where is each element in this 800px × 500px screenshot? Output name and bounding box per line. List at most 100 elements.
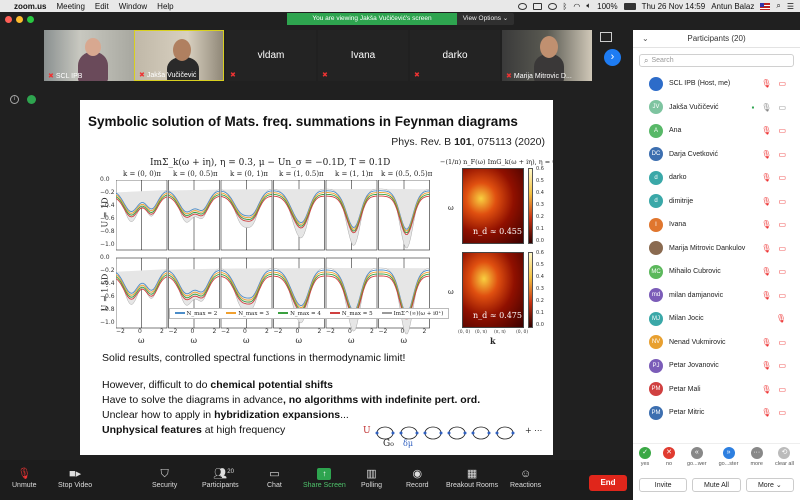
participants-button[interactable]: 👥︎ 20 Participants [202,466,239,489]
participant-row[interactable]: MC Mihailo Cubrovic 🎙︎ ▭ [633,260,800,284]
colorbar-tick: 0.5 [536,262,544,268]
status-icon[interactable] [517,2,527,10]
video-tile-marija[interactable]: ✖︎ Marija Mitrovic D... [502,30,592,81]
heatmap-y-label: ω [448,204,454,212]
x-tick-label: 2 [317,328,322,335]
participant-name: Darja Cvetković [669,150,719,158]
video-off-icon: ▭ [778,408,786,418]
share-screen-button[interactable]: ↑ Share Screen [303,466,346,489]
mic-off-icon: 🎙︎ [761,149,772,159]
participant-row[interactable]: I Ivana 🎙︎ ▭ [633,213,800,237]
participant-list: SCL IPB (Host, me) 🎙︎ ▭ JV Jakša Vučičević ▪ 🎙… [633,72,800,425]
participant-search-input[interactable]: ⌕ Search [639,54,794,67]
participant-row[interactable]: PM Petar Mitric 🎙︎ ▭ [633,401,800,425]
participant-row[interactable]: d dimitrije 🎙︎ ▭ [633,190,800,214]
y-tick-label: −0.2 [100,189,115,196]
participant-row[interactable]: DC Darja Cvetković 🎙︎ ▭ [633,143,800,167]
more-button[interactable]: More ⌄ [745,478,794,492]
control-center-icon[interactable]: ☰ [787,2,794,11]
bluetooth-icon[interactable]: ᛒ [563,2,568,11]
menu-meeting[interactable]: Meeting [56,2,84,11]
participant-row[interactable]: PM Petar Mali 🎙︎ ▭ [633,378,800,402]
invite-button[interactable]: Invite [639,478,688,492]
menu-window[interactable]: Window [119,2,147,11]
close-window-icon[interactable] [5,16,12,23]
breakout-rooms-button[interactable]: ▦ Breakout Rooms [446,466,498,489]
mute-all-button[interactable]: Mute All [692,478,741,492]
participant-row[interactable]: SCL IPB (Host, me) 🎙︎ ▭ [633,72,800,96]
diagram-loop [472,426,490,440]
slide-line-1: Solid results, controlled spectral funct… [102,352,406,364]
stop-video-button[interactable]: ■▸ Stop Video [58,466,92,489]
participant-row[interactable]: NV Nenad Vukmirovic 🎙︎ ▭ [633,331,800,355]
view-options-button[interactable]: View Options ⌄ [457,13,514,25]
video-tile-name: ✖︎ Jakša Vučičević [139,71,197,80]
video-tile-name: vldam [257,50,285,61]
reactions-button[interactable]: ☺︎ Reactions [510,466,541,489]
mic-off-icon: 🎙︎ [761,408,772,418]
battery-percent[interactable]: 100% [597,2,617,11]
chat-button[interactable]: ▭ Chat [267,466,282,489]
participant-name: Jakša Vučičević [669,103,719,111]
diagram-vertex [471,431,475,435]
participant-row[interactable]: Marija Mitrovic Dankulov 🎙︎ ▭ [633,237,800,261]
participant-row[interactable]: PJ Petar Jovanovic 🎙︎ ▭ [633,354,800,378]
maximize-window-icon[interactable] [27,16,34,23]
video-off-icon: ▭ [778,337,786,347]
participant-row[interactable]: JV Jakša Vučičević ▪ 🎙︎ ▭ [633,96,800,120]
video-tile-scl-ipb[interactable]: ✖︎ SCL IPB [44,30,134,81]
menu-edit[interactable]: Edit [95,2,109,11]
datetime[interactable]: Thu 26 Nov 14:59 [642,2,706,11]
k-label: k = (1, 0.5)π [279,170,324,178]
participant-row[interactable]: md milan damjanovic 🎙︎ ▭ [633,284,800,308]
x-tick-label: 2 [370,328,374,335]
input-flag-icon[interactable] [760,2,771,10]
minimize-window-icon[interactable] [16,16,23,23]
diagram-vertex [447,431,451,435]
record-button[interactable]: ◉ Record [406,466,429,489]
participant-name: SCL IPB (Host, me) [669,80,731,88]
video-off-icon: ▭ [778,267,786,277]
end-meeting-button[interactable]: End [589,475,627,491]
y-tick-label: −0.8 [100,306,115,313]
record-icon: ◉ [412,468,423,480]
plot-legend: N_max = 2 N_max = 3 N_max = 4 N_max = 5 … [169,308,449,319]
menu-help[interactable]: Help [157,2,173,11]
encryption-shield-icon[interactable] [27,95,36,104]
wifi-icon[interactable]: ◠ [573,2,580,11]
video-tile-darko[interactable]: darko ✖︎ [410,30,500,81]
user-name[interactable]: Antun Balaz [711,2,754,11]
info-icon[interactable]: i [10,95,19,104]
polling-button[interactable]: ▥ Polling [361,466,382,489]
volume-icon[interactable]: 🔈︎ [586,1,591,11]
y-tick-label: 0.0 [100,254,110,261]
k-label: k = (0.5, 0.5)π [381,170,433,178]
diagram-g0: G₀ [383,439,394,449]
participant-row[interactable]: d darko 🎙︎ ▭ [633,166,800,190]
video-tile-jaksa[interactable]: ✖︎ Jakša Vučičević [134,30,224,81]
search-icon[interactable]: ⌕ [776,1,780,11]
smiley-icon: ☺︎ [519,468,532,480]
collapse-chevron-icon[interactable]: ⌄ [642,34,649,43]
video-tile-vldam[interactable]: vldam ✖︎ [226,30,316,81]
video-tile-ivana[interactable]: Ivana ✖︎ [318,30,408,81]
unmute-button[interactable]: 🎙︎ Unmute [12,466,37,489]
participant-row[interactable]: A Ana 🎙︎ ▭ [633,119,800,143]
diagram-loop [448,426,466,440]
battery-icon[interactable] [623,2,636,10]
slide-title: Symbolic solution of Mats. freq. summati… [88,114,518,129]
hide-strip-icon[interactable] [600,32,612,42]
participant-row[interactable]: MJ Milan Jocic 🎙︎ [633,307,800,331]
mic-off-icon: 🎙︎ [761,196,772,206]
colorbar-tick: 0.5 [536,178,544,184]
mic-muted-icon: 🎙︎ [17,468,32,480]
display-icon[interactable] [532,2,542,10]
video-tile-name: Ivana [350,50,376,61]
security-button[interactable]: ⛉ Security [152,466,177,489]
y-tick-label: −0.6 [100,215,115,222]
menu-app-name[interactable]: zoom.us [14,2,46,11]
avatar: A [649,123,663,138]
feedback-icon: ··· [750,447,763,459]
next-page-arrow-icon[interactable]: › [604,49,621,66]
clock-icon[interactable] [547,2,557,10]
